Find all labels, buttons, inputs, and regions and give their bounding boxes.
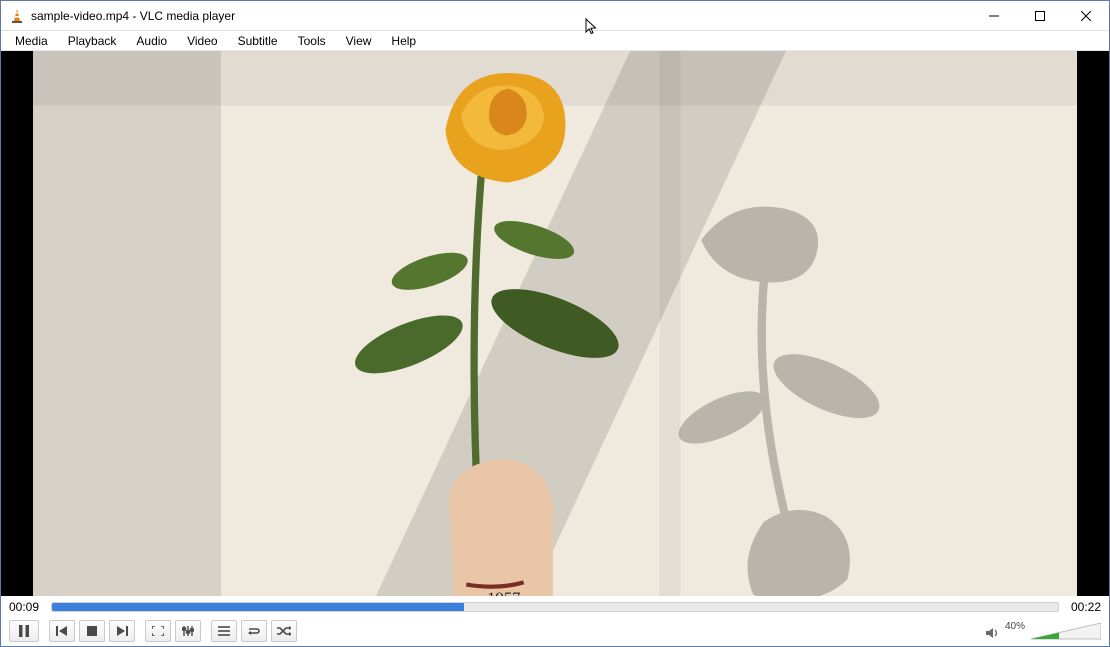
- menu-audio[interactable]: Audio: [126, 32, 177, 50]
- vlc-cone-icon: [9, 8, 25, 24]
- time-elapsed[interactable]: 00:09: [9, 600, 43, 614]
- window-controls: [971, 1, 1109, 30]
- video-frame: 1957: [33, 51, 1077, 596]
- menu-view[interactable]: View: [336, 32, 382, 50]
- shuffle-button[interactable]: [271, 620, 297, 642]
- menubar: Media Playback Audio Video Subtitle Tool…: [1, 31, 1109, 51]
- previous-button[interactable]: [49, 620, 75, 642]
- volume-control: 40%: [985, 622, 1101, 640]
- menu-video[interactable]: Video: [177, 32, 227, 50]
- menu-playback[interactable]: Playback: [58, 32, 127, 50]
- seek-bar-progress: [52, 603, 464, 611]
- extended-settings-button[interactable]: [175, 620, 201, 642]
- fullscreen-button[interactable]: [145, 620, 171, 642]
- next-button[interactable]: [109, 620, 135, 642]
- pause-button[interactable]: [9, 620, 39, 642]
- stop-button[interactable]: [79, 620, 105, 642]
- close-button[interactable]: [1063, 1, 1109, 30]
- controls-row: 40%: [1, 618, 1109, 646]
- playlist-button[interactable]: [211, 620, 237, 642]
- minimize-button[interactable]: [971, 1, 1017, 30]
- menu-media[interactable]: Media: [5, 32, 58, 50]
- volume-percent-label: 40%: [1005, 621, 1025, 632]
- volume-fill: [1031, 622, 1059, 640]
- seek-bar[interactable]: [51, 602, 1059, 612]
- mouse-cursor-icon: [585, 18, 599, 39]
- volume-slider[interactable]: [1031, 622, 1101, 640]
- video-area[interactable]: 1957: [1, 51, 1109, 596]
- menu-help[interactable]: Help: [381, 32, 426, 50]
- loop-button[interactable]: [241, 620, 267, 642]
- seek-row: 00:09 00:22: [1, 596, 1109, 618]
- time-total[interactable]: 00:22: [1067, 600, 1101, 614]
- titlebar: sample-video.mp4 - VLC media player: [1, 1, 1109, 31]
- maximize-button[interactable]: [1017, 1, 1063, 30]
- speaker-icon[interactable]: [985, 626, 999, 640]
- menu-subtitle[interactable]: Subtitle: [228, 32, 288, 50]
- svg-text:1957: 1957: [487, 588, 520, 596]
- menu-tools[interactable]: Tools: [288, 32, 336, 50]
- window-title: sample-video.mp4 - VLC media player: [31, 9, 235, 23]
